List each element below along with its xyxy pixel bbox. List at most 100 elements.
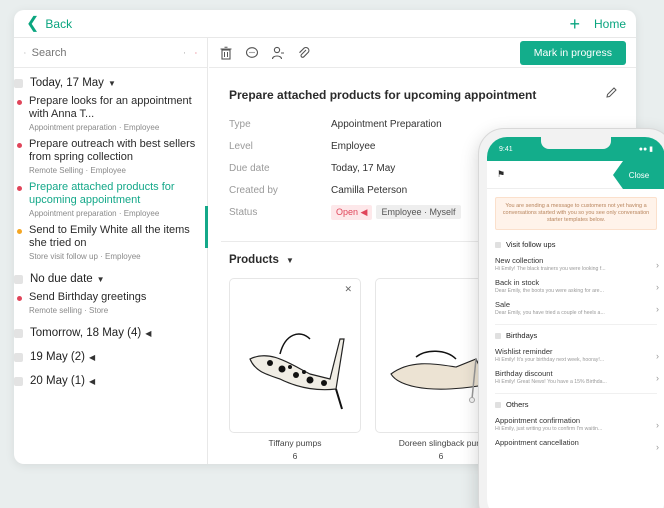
group-label: Birthdays [506,331,538,340]
field-value: Today, 17 May [331,162,396,174]
task-fields: Type Appointment Preparation Level Emplo… [229,113,461,223]
detail-toolbar: Mark in progress [209,38,636,68]
template-item[interactable]: Appointment cancellation › [487,435,664,452]
chevron-right-icon: › [656,260,659,270]
filter-icon[interactable] [195,46,197,60]
edit-pencil-icon[interactable] [605,86,618,99]
back-button[interactable]: ❮ Back [26,15,72,32]
template-preview: Hi Emily! Great News! You have a 15% Bir… [495,379,607,385]
group-tomorrow[interactable]: Tomorrow, 18 May (4) ◀ [14,324,207,342]
template-preview: Hi Emily! The black trainers you were lo… [495,266,606,272]
phone-notch [541,137,611,149]
list-item-selected[interactable]: Prepare attached products for upcoming a… [14,178,207,221]
task-title: Prepare looks for an appointment with An… [29,95,192,120]
group-label: Visit follow ups [506,240,556,249]
template-name: Sale [495,300,511,309]
mark-in-progress-button[interactable]: Mark in progress [519,40,626,65]
chevron-right-icon: › [656,373,659,383]
group-checkbox[interactable] [14,328,23,338]
list-item[interactable]: Prepare outreach with best sellers from … [14,135,207,178]
field-value: Employee [331,140,376,152]
template-name: Appointment confirmation [495,416,581,425]
task-sidebar: Today, 17 May ▼ Prepare looks for an app… [14,38,208,464]
close-icon[interactable]: ✕ [344,284,352,295]
group-checkbox[interactable] [14,376,23,386]
field-status: Status Open ◀ Employee · Myself [229,201,461,223]
template-name: New collection [495,256,544,265]
task-title: Send to Emily White all the items she tr… [29,224,190,249]
group-label: Tomorrow, 18 May (4) [30,327,142,339]
group-label: Today, 17 May [30,77,104,89]
task-title: Prepare attached products for upcoming a… [29,181,175,206]
assign-user-icon[interactable] [271,46,285,60]
group-no-due-date[interactable]: No due date ▼ [14,270,207,288]
task-title: Send Birthday greetings [29,291,147,303]
template-item[interactable]: Appointment confirmation Hi Emily, just … [487,413,664,435]
field-level: Level Employee [229,135,461,157]
group-checkbox[interactable] [14,352,23,362]
assignee-badge[interactable]: Employee · Myself [376,205,461,219]
template-name: Appointment cancellation [495,438,579,447]
group-checkbox[interactable] [14,78,23,88]
template-item[interactable]: Wishlist reminder Hi Emily! It's your bi… [487,344,664,366]
phone-mockup: 9:41 ●● ▮ ⚑ Close You are sending a mess… [478,128,664,508]
divider [495,319,657,325]
list-item[interactable]: Prepare looks for an appointment with An… [14,92,207,135]
caret-down-icon: ▼ [107,78,116,88]
close-button[interactable]: Close [613,161,664,189]
flag-uk-icon[interactable]: ⚑ [497,169,505,180]
field-label: Created by [229,184,278,196]
status-open-label: Open [336,206,359,217]
task-subtitle: Remote Selling · Employee [29,166,126,175]
calendar-icon[interactable] [183,46,186,60]
caret-down-icon: ▼ [286,256,294,265]
chevron-right-icon: › [656,304,659,314]
group-label: Others [506,400,529,409]
search-input[interactable] [31,46,174,59]
product-card[interactable]: ✕ [229,278,361,433]
group-19-may[interactable]: 19 May (2) ◀ [14,348,207,366]
add-icon[interactable]: + [569,15,580,33]
notice-banner: You are sending a message to customers n… [495,197,657,230]
group-label: 19 May (2) [30,351,85,363]
status-dot [17,296,22,301]
product-quantity: 6 [292,451,298,461]
product-name: Tiffany pumps [268,438,322,448]
status-dot [17,186,22,191]
template-preview: Dear Emily, you have tried a couple of h… [495,310,605,316]
chevron-right-icon: › [656,420,659,430]
task-list: Today, 17 May ▼ Prepare looks for an app… [14,74,207,390]
field-label: Level [229,140,253,152]
template-group: Birthdays [487,327,664,344]
trash-icon[interactable] [219,46,233,60]
list-item[interactable]: Send Birthday greetings Remote selling ·… [14,288,207,318]
task-title-heading: Prepare attached products for upcoming a… [229,88,537,102]
field-label: Type [229,118,251,130]
template-item[interactable]: Sale Dear Emily, you have tried a couple… [487,297,664,319]
group-checkbox[interactable] [14,274,23,284]
phone-time: 9:41 [499,145,513,153]
signal-battery-icon: ●● ▮ [638,146,653,153]
group-today[interactable]: Today, 17 May ▼ [14,74,207,92]
field-due-date: Due date Today, 17 May [229,157,461,179]
chat-icon[interactable] [245,46,259,60]
top-bar: ❮ Back + Home [14,10,636,38]
home-area: + Home [569,15,626,33]
template-item[interactable]: Birthday discount Hi Emily! Great News! … [487,366,664,388]
status-badge[interactable]: Open ◀ [331,204,373,220]
list-item[interactable]: Send to Emily White all the items she tr… [14,221,207,264]
template-item[interactable]: New collection Hi Emily! The black train… [487,253,664,275]
search-row [14,38,207,68]
field-value: Appointment Preparation [331,118,442,130]
group-checkbox [495,332,501,339]
task-subtitle: Appointment preparation · Employee [29,123,160,132]
paperclip-icon[interactable] [297,46,311,60]
products-heading[interactable]: Products ▼ [229,254,294,266]
selection-indicator [205,206,208,248]
group-20-may[interactable]: 20 May (1) ◀ [14,372,207,390]
phone-header: ⚑ Close [487,161,664,189]
home-link[interactable]: Home [594,17,626,31]
template-preview: Hi Emily! It's your birthday next week, … [495,357,605,363]
search-icon [24,51,26,54]
template-item[interactable]: Back in stock Dear Emily, the boots you … [487,275,664,297]
